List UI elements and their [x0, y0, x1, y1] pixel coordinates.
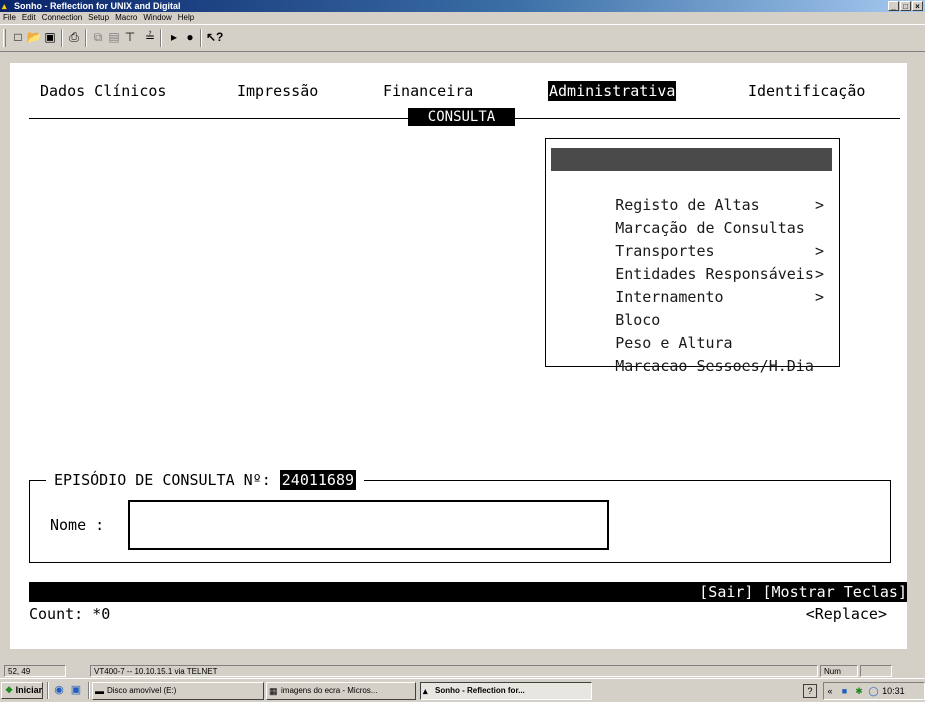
menu-connection[interactable]: Connection: [42, 12, 82, 24]
save-icon[interactable]: ▣: [42, 29, 58, 45]
cursor-position: 52, 49: [4, 665, 66, 677]
paste-icon[interactable]: ▤: [106, 29, 122, 45]
menu-dados-clinicos[interactable]: Dados Clínicos: [39, 81, 167, 101]
menu-impressao[interactable]: Impressão: [236, 81, 319, 101]
submenu-arrow-icon: >: [814, 242, 824, 260]
disconnect-icon[interactable]: ≟: [142, 29, 158, 45]
taskbar-separator: [88, 682, 90, 699]
dropdown-item-transportes[interactable]: Transportes: [551, 217, 832, 260]
vertical-scrollbar[interactable]: [911, 63, 925, 649]
ie-icon[interactable]: ◉: [52, 683, 66, 697]
copy-icon[interactable]: ⧉: [90, 29, 106, 45]
task-label: Disco amovível (E:): [107, 686, 177, 695]
nome-label: Nome :: [50, 516, 105, 534]
menu-edit[interactable]: Edit: [22, 12, 36, 24]
tray-expand-icon[interactable]: «: [824, 683, 836, 699]
key-status-line: [Sair] [Mostrar Teclas]: [29, 582, 907, 602]
menu-window[interactable]: Window: [143, 12, 171, 24]
windows-flag-icon: ❖: [5, 685, 14, 695]
task-label: Sonho - Reflection for...: [435, 686, 525, 695]
count-indicator: Count: *0: [29, 605, 111, 623]
menu-administrativa[interactable]: Administrativa: [548, 81, 677, 101]
num-lock-indicator: Num: [820, 665, 858, 677]
system-tray: « ■ ✱ ◯ 10:31: [823, 682, 925, 700]
dropdown-item-registo-altas[interactable]: Registo de Altas: [551, 171, 832, 214]
toolbar-grip: [3, 29, 6, 47]
help-pointer-icon[interactable]: ↖?: [206, 29, 223, 45]
clock: 10:31: [882, 686, 905, 696]
function-keys[interactable]: [Sair] [Mostrar Teclas]: [699, 582, 907, 602]
status-cell-empty: [860, 665, 892, 677]
reflection-icon: ▴: [423, 686, 428, 696]
status-bar: 52, 49 VT400-7 -- 10.10.15.1 via TELNET …: [0, 664, 925, 678]
dropdown-item-marcacao-consultas[interactable]: Marcação de Consultas >: [551, 194, 832, 237]
taskbar-separator: [47, 682, 49, 699]
dropdown-menu: Resumo da Consulta Registo de Altas Marc…: [545, 138, 840, 375]
submenu-arrow-icon: >: [814, 288, 824, 306]
help-icon[interactable]: ?: [803, 684, 817, 698]
menu-file[interactable]: File: [3, 12, 16, 24]
desktop-icon[interactable]: ▣: [69, 683, 83, 697]
start-label: Iniciar: [15, 685, 43, 695]
task-imagens-do-ecra[interactable]: ▦ imagens do ecra - Micros...: [266, 682, 416, 700]
menu-help[interactable]: Help: [178, 12, 194, 24]
maximize-button[interactable]: □: [900, 1, 911, 11]
episode-number: 24011689: [279, 470, 357, 490]
app-icon: ▴: [2, 1, 7, 11]
network-icon[interactable]: ■: [839, 683, 851, 699]
menu-macro[interactable]: Macro: [115, 12, 137, 24]
dropdown-item-internamento[interactable]: Internamento >: [551, 263, 832, 306]
taskbar: ❖ Iniciar ◉ ▣ ▬ Disco amovível (E:) ▦ im…: [0, 678, 925, 702]
dropdown-item-marcacao-sessoes[interactable]: Marcacao Sessoes/H.Dia: [551, 332, 832, 375]
dropdown-item-bloco[interactable]: Bloco >: [551, 286, 832, 329]
open-folder-icon[interactable]: 📂: [26, 29, 42, 45]
task-label: imagens do ecra - Micros...: [281, 686, 378, 695]
submenu-arrow-icon: >: [814, 196, 824, 214]
terminal-screen[interactable]: Dados Clínicos Impressão Financeira Admi…: [10, 63, 907, 649]
toolbar: □ 📂 ▣ ⎙ ⧉ ▤ ⊤ ≟ ▸ ● ↖?: [0, 24, 925, 52]
new-document-icon[interactable]: □: [10, 29, 26, 45]
menu-bar: File Edit Connection Setup Macro Window …: [0, 12, 925, 24]
toolbar-separator: [200, 29, 202, 47]
start-button[interactable]: ❖ Iniciar: [1, 682, 43, 699]
menu-setup[interactable]: Setup: [88, 12, 109, 24]
task-disco-amovivel[interactable]: ▬ Disco amovível (E:): [92, 682, 264, 700]
replace-mode-indicator: <Replace>: [805, 605, 887, 623]
section-tab-consulta: CONSULTA: [408, 108, 515, 126]
window-title: Sonho - Reflection for UNIX and Digital: [14, 1, 181, 11]
drive-icon: ▬: [95, 686, 104, 696]
nome-field[interactable]: [128, 500, 609, 550]
episode-label: EPISÓDIO DE CONSULTA Nº:: [54, 471, 271, 489]
menu-financeira[interactable]: Financeira: [382, 81, 474, 101]
connect-icon[interactable]: ⊤: [122, 29, 138, 45]
word-icon: ▦: [269, 686, 278, 696]
submenu-arrow-icon: >: [814, 265, 824, 283]
security-shield-icon[interactable]: ◯: [868, 683, 880, 699]
menu-identificacao[interactable]: Identificação: [747, 81, 866, 101]
connection-info: VT400-7 -- 10.10.15.1 via TELNET: [90, 665, 818, 677]
toolbar-separator: [160, 29, 162, 47]
toolbar-separator: [61, 29, 63, 47]
dropdown-item-resumo-consulta[interactable]: Resumo da Consulta: [551, 148, 832, 191]
episode-title: EPISÓDIO DE CONSULTA Nº: 24011689: [46, 469, 365, 491]
dropdown-item-label: Marcacao Sessoes/H.Dia: [615, 357, 814, 375]
print-icon[interactable]: ⎙: [66, 29, 82, 45]
title-bar: ▴ Sonho - Reflection for UNIX and Digita…: [0, 0, 925, 12]
play-icon[interactable]: ▸: [166, 29, 182, 45]
record-icon[interactable]: ●: [182, 29, 198, 45]
toolbar-separator: [85, 29, 87, 47]
dropdown-item-entidades-responsaveis[interactable]: Entidades Responsáveis >: [551, 240, 832, 283]
dropdown-item-peso-altura[interactable]: Peso e Altura: [551, 309, 832, 352]
close-button[interactable]: ×: [912, 1, 923, 11]
minimize-button[interactable]: _: [888, 1, 899, 11]
antivirus-icon[interactable]: ✱: [853, 683, 865, 699]
task-sonho-reflection[interactable]: ▴ Sonho - Reflection for...: [420, 682, 592, 700]
